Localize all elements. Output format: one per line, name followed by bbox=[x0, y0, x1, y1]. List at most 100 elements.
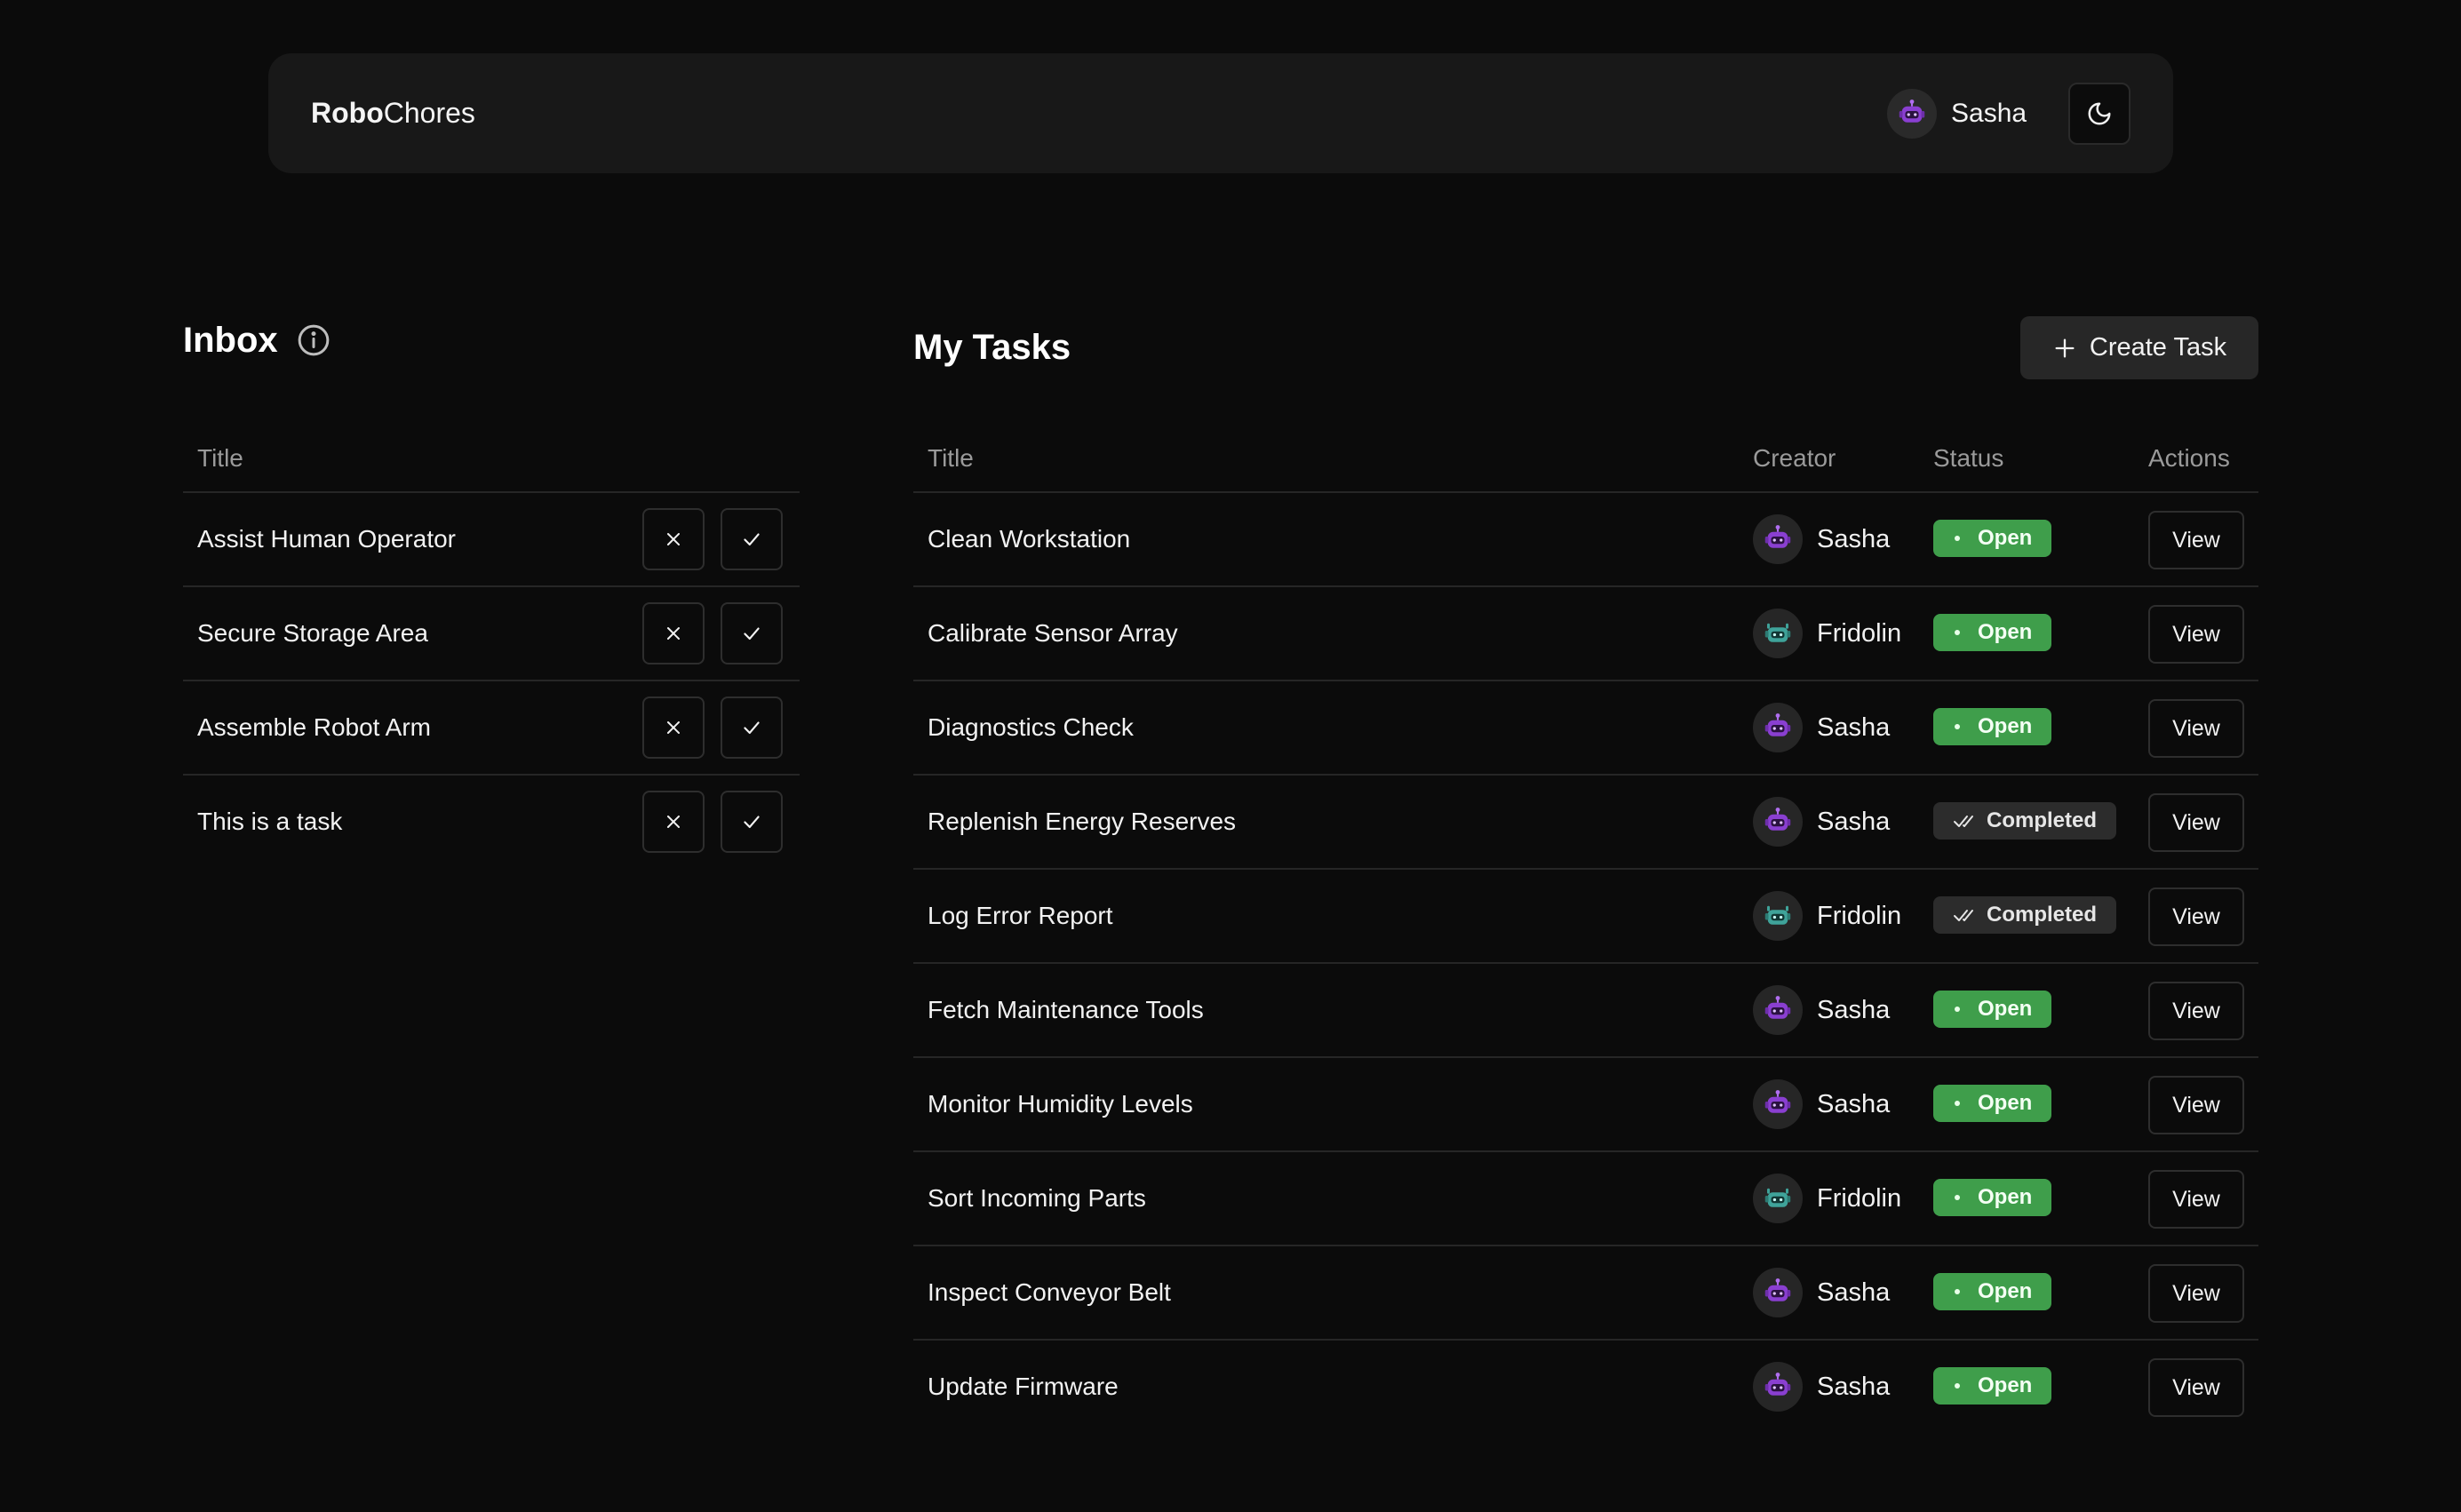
creator-name: Sasha bbox=[1817, 1277, 1891, 1307]
task-title: Sort Incoming Parts bbox=[928, 1184, 1146, 1212]
task-title: Calibrate Sensor Array bbox=[928, 619, 1178, 647]
status-label: Open bbox=[1978, 997, 2033, 1021]
task-title: Monitor Humidity Levels bbox=[928, 1090, 1193, 1118]
avatar bbox=[1753, 1174, 1803, 1223]
task-row: Diagnostics Check Sasha Open View bbox=[913, 681, 2258, 776]
table-header: Title bbox=[183, 431, 800, 493]
task-creator: Fridolin bbox=[1753, 587, 1901, 680]
app-logo[interactable]: RoboChores bbox=[311, 53, 475, 173]
info-icon[interactable] bbox=[296, 322, 331, 358]
plus-icon bbox=[2055, 338, 2075, 357]
status-badge: Open bbox=[1933, 614, 2052, 651]
task-row: Replenish Energy Reserves Sasha Completed V… bbox=[913, 776, 2258, 870]
robot-avatar-icon bbox=[1762, 1371, 1794, 1403]
status-badge: Completed bbox=[1933, 896, 2117, 934]
check-icon bbox=[740, 810, 763, 833]
top-navbar: RoboChores Sasha bbox=[268, 53, 2173, 173]
view-button[interactable]: View bbox=[2148, 1358, 2244, 1417]
double-check-icon bbox=[1953, 812, 1978, 830]
task-creator: Sasha bbox=[1753, 681, 1890, 774]
close-icon bbox=[663, 717, 684, 738]
view-button[interactable]: View bbox=[2148, 1076, 2244, 1134]
status-dot-icon bbox=[1955, 1289, 1960, 1294]
view-button[interactable]: View bbox=[2148, 1170, 2244, 1229]
robot-avatar-icon bbox=[1762, 1088, 1794, 1120]
reject-button[interactable] bbox=[642, 508, 705, 570]
user-menu[interactable]: Sasha bbox=[1887, 53, 2027, 173]
robot-avatar-icon bbox=[1762, 1277, 1794, 1309]
table-header: Title Creator Status Actions bbox=[913, 431, 2258, 493]
accept-button[interactable] bbox=[721, 508, 783, 570]
accept-button[interactable] bbox=[721, 602, 783, 664]
robot-avatar-icon bbox=[1762, 712, 1794, 744]
status-badge: Open bbox=[1933, 1273, 2052, 1310]
task-row: Calibrate Sensor Array Fridolin Open View bbox=[913, 587, 2258, 681]
status-dot-icon bbox=[1955, 536, 1960, 541]
reject-button[interactable] bbox=[642, 696, 705, 759]
close-icon bbox=[663, 529, 684, 550]
task-title: Inspect Conveyor Belt bbox=[928, 1278, 1171, 1306]
status-badge: Open bbox=[1933, 991, 2052, 1028]
reject-button[interactable] bbox=[642, 602, 705, 664]
status-label: Open bbox=[1978, 1279, 2033, 1303]
check-icon bbox=[740, 716, 763, 739]
task-creator: Sasha bbox=[1753, 776, 1890, 868]
avatar bbox=[1753, 1362, 1803, 1412]
status-badge: Open bbox=[1933, 1179, 2052, 1216]
task-creator: Sasha bbox=[1753, 493, 1890, 585]
robot-avatar-icon bbox=[1762, 523, 1794, 555]
accept-button[interactable] bbox=[721, 791, 783, 853]
brand-light: Chores bbox=[383, 97, 475, 129]
status-label: Completed bbox=[1987, 808, 2098, 832]
status-label: Completed bbox=[1987, 903, 2098, 927]
theme-toggle-button[interactable] bbox=[2068, 83, 2130, 145]
task-row: Inspect Conveyor Belt Sasha Open View bbox=[913, 1246, 2258, 1341]
task-title: Diagnostics Check bbox=[928, 713, 1134, 741]
task-title: Update Firmware bbox=[928, 1373, 1119, 1400]
column-header-title: Title bbox=[197, 444, 243, 472]
avatar bbox=[1753, 609, 1803, 658]
task-row: Sort Incoming Parts Fridolin Open View bbox=[913, 1152, 2258, 1246]
creator-name: Sasha bbox=[1817, 712, 1891, 742]
view-button[interactable]: View bbox=[2148, 793, 2244, 852]
inbox-item-title: Assemble Robot Arm bbox=[197, 713, 431, 741]
task-row: Log Error Report Fridolin Completed View bbox=[913, 870, 2258, 964]
creator-name: Fridolin bbox=[1817, 618, 1902, 648]
brand-bold: Robo bbox=[311, 97, 384, 129]
task-creator: Fridolin bbox=[1753, 1152, 1901, 1245]
avatar bbox=[1753, 703, 1803, 752]
inbox-title: Inbox bbox=[183, 320, 278, 360]
task-row: Fetch Maintenance Tools Sasha Open View bbox=[913, 964, 2258, 1058]
check-icon bbox=[740, 528, 763, 551]
task-creator: Sasha bbox=[1753, 964, 1890, 1056]
task-creator: Sasha bbox=[1753, 1058, 1890, 1150]
status-dot-icon bbox=[1955, 1195, 1960, 1200]
robot-avatar-icon bbox=[1762, 617, 1794, 649]
view-button[interactable]: View bbox=[2148, 605, 2244, 664]
check-icon bbox=[740, 622, 763, 645]
avatar bbox=[1887, 88, 1937, 139]
status-badge: Open bbox=[1933, 1367, 2052, 1405]
status-label: Open bbox=[1978, 1185, 2033, 1209]
view-button[interactable]: View bbox=[2148, 982, 2244, 1040]
view-button[interactable]: View bbox=[2148, 699, 2244, 758]
task-row: Update Firmware Sasha Open View bbox=[913, 1341, 2258, 1435]
status-dot-icon bbox=[1955, 724, 1960, 729]
view-button[interactable]: View bbox=[2148, 887, 2244, 946]
column-header-creator: Creator bbox=[1753, 444, 1836, 472]
status-label: Open bbox=[1978, 1373, 2033, 1397]
view-button[interactable]: View bbox=[2148, 511, 2244, 569]
avatar bbox=[1753, 797, 1803, 847]
column-header-actions: Actions bbox=[2148, 444, 2230, 472]
view-button[interactable]: View bbox=[2148, 1264, 2244, 1323]
robot-avatar-icon bbox=[1762, 994, 1794, 1026]
create-task-button[interactable]: Create Task bbox=[2020, 316, 2258, 379]
accept-button[interactable] bbox=[721, 696, 783, 759]
task-title: Fetch Maintenance Tools bbox=[928, 996, 1204, 1023]
inbox-item-title: Secure Storage Area bbox=[197, 619, 428, 647]
user-name: Sasha bbox=[1951, 98, 2027, 128]
avatar bbox=[1753, 1079, 1803, 1129]
column-header-status: Status bbox=[1933, 444, 2004, 472]
reject-button[interactable] bbox=[642, 791, 705, 853]
tasks-table: Title Creator Status Actions Clean Works… bbox=[913, 431, 2258, 1435]
